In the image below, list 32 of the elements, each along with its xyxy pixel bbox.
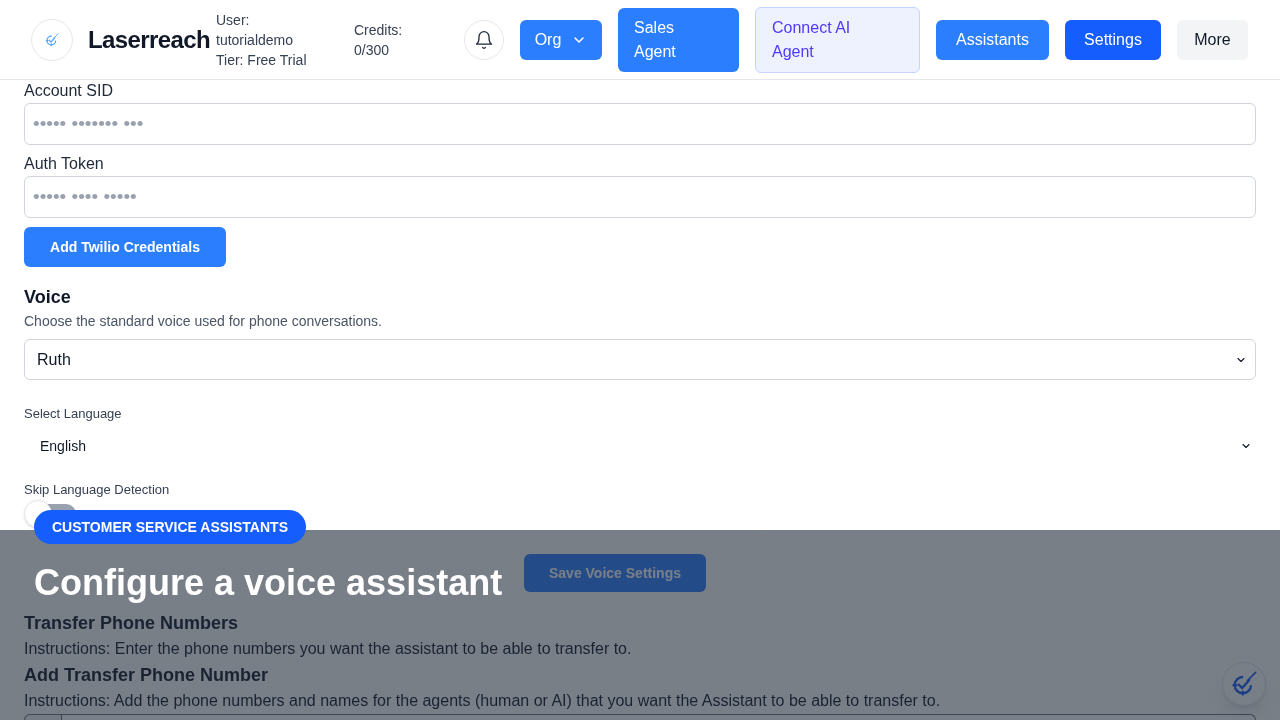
section-heading: Add Transfer Phone Number bbox=[24, 664, 269, 687]
language-select[interactable]: English bbox=[24, 428, 1256, 464]
input-field[interactable] bbox=[62, 714, 1256, 720]
crosshair-check-icon bbox=[31, 18, 73, 61]
nav-button[interactable]: More bbox=[1177, 19, 1248, 60]
tutorial-title: Configure a voice assistant bbox=[34, 563, 503, 603]
field-label: Select Language bbox=[24, 405, 122, 423]
bell-icon bbox=[474, 29, 494, 50]
section-heading: Transfer Phone Numbers bbox=[24, 612, 239, 635]
section-description: Choose the standard voice used for phone conversations. bbox=[24, 312, 382, 331]
add-credentials-button[interactable]: Add Twilio Credentials bbox=[24, 227, 226, 267]
input-field[interactable] bbox=[24, 714, 62, 720]
tutorial-badge: CUSTOMER SERVICE ASSISTANTS bbox=[34, 510, 306, 544]
field-label: Auth Token bbox=[24, 154, 104, 174]
nav-button[interactable]: Sales Agent bbox=[618, 7, 739, 72]
nav-button[interactable]: Connect AI Agent bbox=[755, 6, 920, 73]
field-label: Skip Language Detection bbox=[24, 481, 170, 499]
nav-button[interactable]: Settings bbox=[1065, 19, 1161, 60]
nav-button[interactable]: Assistants bbox=[936, 19, 1049, 60]
section-heading: Voice bbox=[24, 286, 71, 309]
assistant-launcher-button[interactable] bbox=[1222, 662, 1266, 706]
tier-text: Tier: Free Trial bbox=[216, 50, 308, 70]
voice-select[interactable]: Ruth bbox=[24, 339, 1256, 380]
brand-name: Laserreach bbox=[88, 24, 212, 55]
credits-text: Credits: 0/300 bbox=[354, 20, 404, 60]
instructions-text: Instructions: Add the phone numbers and names for the agents (human or AI) that you want the Assistant to be able to transfer to. bbox=[24, 691, 941, 711]
user-name-text: User: tutorialdemo bbox=[216, 10, 295, 50]
instructions-text: Instructions: Enter the phone numbers you want the assistant to be able to transfer to. bbox=[24, 639, 632, 659]
field-label: Account SID bbox=[24, 81, 113, 101]
notifications-button[interactable] bbox=[464, 19, 504, 60]
org-menu-button[interactable]: Org bbox=[520, 19, 602, 60]
crosshair-check-icon bbox=[1230, 670, 1258, 698]
